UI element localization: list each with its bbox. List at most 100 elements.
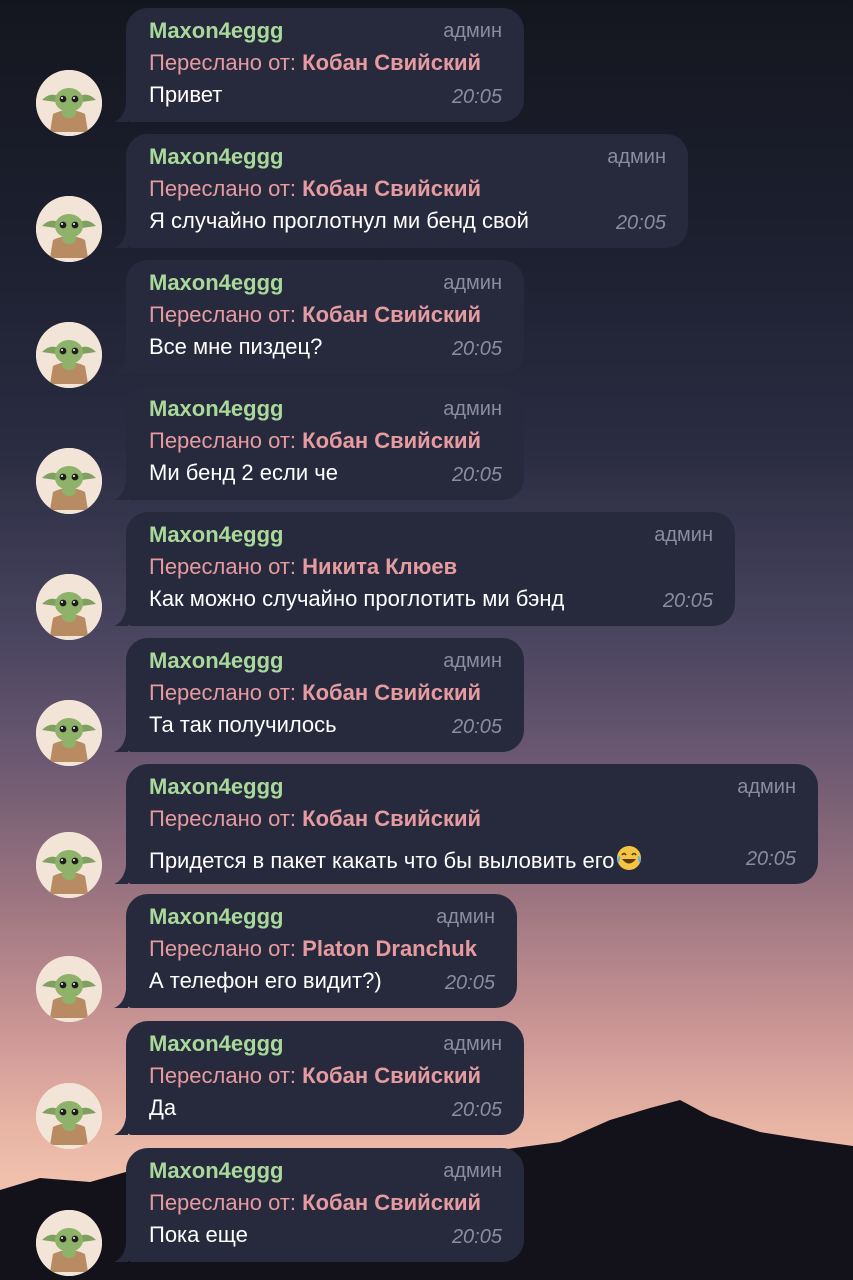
baby-yoda-icon	[36, 574, 102, 640]
message-text-content: Да	[149, 1095, 177, 1120]
message-time: 20:05	[451, 1099, 502, 1121]
forwarded-from-name[interactable]: Кобан Свийский	[302, 806, 481, 831]
sender-name[interactable]: Maxon4eggg	[149, 1158, 283, 1184]
forwarded-prefix: Переслано от:	[149, 806, 297, 831]
message-bubble[interactable]: Maxon4eggg админ Переслано от: Кобан Свийс…	[126, 1148, 524, 1262]
forwarded-prefix: Переслано от:	[149, 50, 297, 75]
baby-yoda-avatar-icon[interactable]	[36, 700, 102, 766]
forwarded-from-name[interactable]: Кобан Свийский	[302, 50, 481, 75]
forwarded-header[interactable]: Переслано от: Кобан Свийский	[149, 1063, 481, 1089]
baby-yoda-icon	[36, 832, 102, 898]
sender-role-badge: админ	[443, 1160, 502, 1182]
forwarded-from-name[interactable]: Platon Dranchuk	[302, 936, 477, 961]
message-bubble[interactable]: Maxon4eggg админ Переслано от: Кобан Свийс…	[126, 638, 524, 752]
sender-name[interactable]: Maxon4eggg	[149, 1031, 283, 1057]
message-bubble[interactable]: Maxon4eggg админ Переслано от: Platon Dran…	[126, 894, 517, 1008]
message-time: 20:05	[451, 464, 502, 486]
message-bubble[interactable]: Maxon4eggg админ Переслано от: Кобан Свийс…	[126, 134, 688, 248]
message-text-content: Привет	[149, 82, 223, 107]
message-item[interactable]: Maxon4eggg админ Переслано от: Кобан Свийс…	[0, 134, 853, 262]
sender-name[interactable]: Maxon4eggg	[149, 904, 283, 930]
forwarded-header[interactable]: Переслано от: Кобан Свийский	[149, 806, 481, 832]
baby-yoda-avatar-icon[interactable]	[36, 574, 102, 640]
message-item[interactable]: Maxon4eggg админ Переслано от: Platon Dran…	[0, 894, 853, 1022]
sender-name[interactable]: Maxon4eggg	[149, 522, 283, 548]
message-item[interactable]: Maxon4eggg админ Переслано от: Никита Клюе…	[0, 512, 853, 640]
message-item[interactable]: Maxon4eggg админ Переслано от: Кобан Свийс…	[0, 638, 853, 766]
forwarded-prefix: Переслано от:	[149, 936, 297, 961]
message-text: Та так получилось	[149, 712, 337, 738]
baby-yoda-icon	[36, 70, 102, 136]
baby-yoda-avatar-icon[interactable]	[36, 448, 102, 514]
message-item[interactable]: Maxon4eggg админ Переслано от: Кобан Свийс…	[0, 1021, 853, 1149]
message-item[interactable]: Maxon4eggg админ Переслано от: Кобан Свийс…	[0, 8, 853, 136]
message-text: Как можно случайно проглотить ми бэнд	[149, 586, 564, 612]
message-text: Привет	[149, 82, 222, 108]
message-time: 20:05	[444, 972, 495, 994]
forwarded-prefix: Переслано от:	[149, 302, 297, 327]
sender-name[interactable]: Maxon4eggg	[149, 774, 283, 800]
sender-role-badge: админ	[607, 146, 666, 168]
forwarded-header[interactable]: Переслано от: Кобан Свийский	[149, 428, 481, 454]
baby-yoda-avatar-icon[interactable]	[36, 70, 102, 136]
sender-role-badge: админ	[443, 398, 502, 420]
message-text: Пока еще	[149, 1222, 248, 1248]
message-bubble[interactable]: Maxon4eggg админ Переслано от: Кобан Свийс…	[126, 386, 524, 500]
forwarded-from-name[interactable]: Кобан Свийский	[302, 176, 481, 201]
message-text-content: Пока еще	[149, 1222, 248, 1247]
forwarded-header[interactable]: Переслано от: Никита Клюев	[149, 554, 457, 580]
message-bubble[interactable]: Maxon4eggg админ Переслано от: Кобан Свийс…	[126, 260, 524, 374]
forwarded-from-name[interactable]: Кобан Свийский	[302, 302, 481, 327]
baby-yoda-icon	[36, 196, 102, 262]
sender-name[interactable]: Maxon4eggg	[149, 648, 283, 674]
forwarded-header[interactable]: Переслано от: Кобан Свийский	[149, 680, 481, 706]
forwarded-prefix: Переслано от:	[149, 1063, 297, 1088]
baby-yoda-avatar-icon[interactable]	[36, 196, 102, 262]
message-bubble[interactable]: Maxon4eggg админ Переслано от: Кобан Свийс…	[126, 764, 818, 884]
forwarded-header[interactable]: Переслано от: Кобан Свийский	[149, 302, 481, 328]
baby-yoda-avatar-icon[interactable]	[36, 1083, 102, 1149]
baby-yoda-avatar-icon[interactable]	[36, 832, 102, 898]
sender-name[interactable]: Maxon4eggg	[149, 144, 283, 170]
message-bubble[interactable]: Maxon4eggg админ Переслано от: Никита Клюе…	[126, 512, 735, 626]
forwarded-from-name[interactable]: Кобан Свийский	[302, 1190, 481, 1215]
message-text: Ми бенд 2 если че	[149, 460, 338, 486]
forwarded-prefix: Переслано от:	[149, 428, 297, 453]
forwarded-from-name[interactable]: Кобан Свийский	[302, 680, 481, 705]
forwarded-header[interactable]: Переслано от: Platon Dranchuk	[149, 936, 477, 962]
message-time: 20:05	[451, 716, 502, 738]
forwarded-prefix: Переслано от:	[149, 176, 297, 201]
message-text-content: Я случайно проглотнул ми бенд свой	[149, 208, 529, 233]
forwarded-header[interactable]: Переслано от: Кобан Свийский	[149, 176, 481, 202]
forwarded-from-name[interactable]: Кобан Свийский	[302, 1063, 481, 1088]
sender-name[interactable]: Maxon4eggg	[149, 396, 283, 422]
baby-yoda-icon	[36, 448, 102, 514]
forwarded-from-name[interactable]: Никита Клюев	[302, 554, 457, 579]
message-time: 20:05	[615, 212, 666, 234]
sender-name[interactable]: Maxon4eggg	[149, 270, 283, 296]
message-text: Придется в пакет какать что бы выловить …	[149, 844, 643, 874]
baby-yoda-avatar-icon[interactable]	[36, 322, 102, 388]
forwarded-header[interactable]: Переслано от: Кобан Свийский	[149, 1190, 481, 1216]
message-item[interactable]: Maxon4eggg админ Переслано от: Кобан Свийс…	[0, 260, 853, 388]
baby-yoda-avatar-icon[interactable]	[36, 956, 102, 1022]
sender-name[interactable]: Maxon4eggg	[149, 18, 283, 44]
message-bubble[interactable]: Maxon4eggg админ Переслано от: Кобан Свийс…	[126, 8, 524, 122]
message-text-content: Та так получилось	[149, 712, 337, 737]
forwarded-prefix: Переслано от:	[149, 680, 297, 705]
message-time: 20:05	[451, 338, 502, 360]
message-text: А телефон его видит?)	[149, 968, 382, 994]
sender-role-badge: админ	[443, 1033, 502, 1055]
message-text-content: Все мне пиздец?	[149, 334, 323, 359]
baby-yoda-avatar-icon[interactable]	[36, 1210, 102, 1276]
tears-of-joy-emoji-icon	[616, 846, 641, 870]
message-item[interactable]: Maxon4eggg админ Переслано от: Кобан Свийс…	[0, 386, 853, 514]
message-item[interactable]: Maxon4eggg админ Переслано от: Кобан Свийс…	[0, 1148, 853, 1276]
message-time: 20:05	[451, 1226, 502, 1248]
baby-yoda-icon	[36, 1083, 102, 1149]
message-item[interactable]: Maxon4eggg админ Переслано от: Кобан Свийс…	[0, 764, 853, 898]
forwarded-from-name[interactable]: Кобан Свийский	[302, 428, 481, 453]
forwarded-header[interactable]: Переслано от: Кобан Свийский	[149, 50, 481, 76]
message-text-content: Придется в пакет какать что бы выловить …	[149, 848, 615, 873]
message-bubble[interactable]: Maxon4eggg админ Переслано от: Кобан Свийс…	[126, 1021, 524, 1135]
